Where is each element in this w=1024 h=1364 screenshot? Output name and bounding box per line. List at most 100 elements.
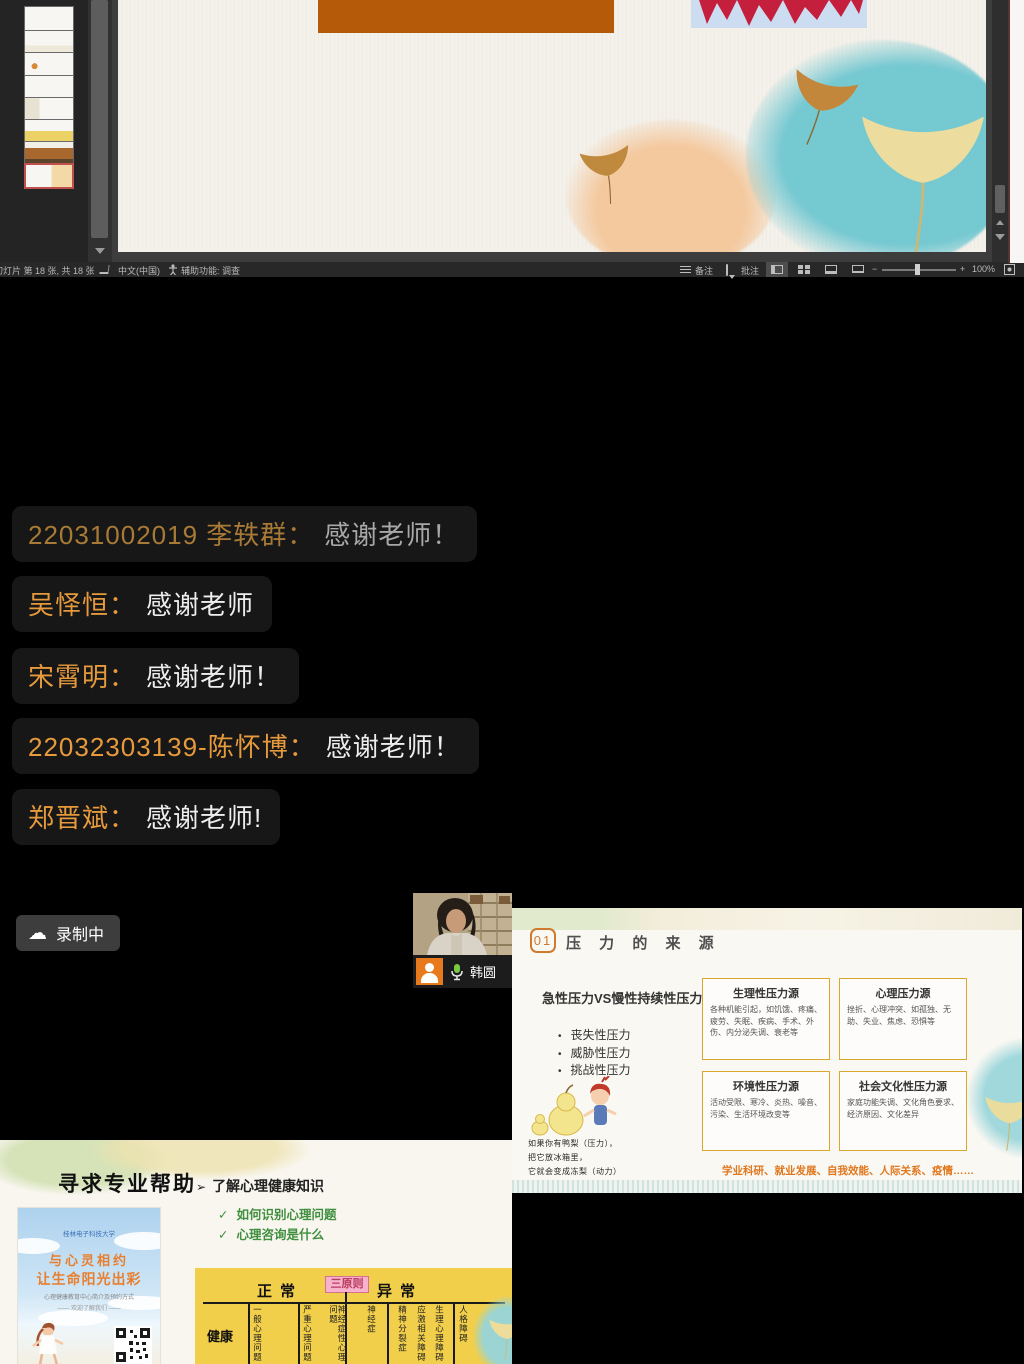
reading-view-button[interactable] bbox=[820, 262, 842, 277]
diagram-tick bbox=[248, 1302, 250, 1364]
notes-button[interactable]: 备注 bbox=[695, 264, 713, 277]
next-slide-icon[interactable] bbox=[995, 234, 1005, 240]
recording-label: 录制中 bbox=[56, 921, 104, 945]
chat-text: 感谢老师! bbox=[146, 803, 262, 833]
zoom-level[interactable]: 100% bbox=[972, 264, 995, 274]
webcam-video bbox=[413, 893, 512, 955]
box-body: 各种机能引起，如饥饿、疼痛、疲劳、失眠、疾病、手术、外伤、内分泌失调、衰老等 bbox=[710, 1004, 822, 1039]
box-title: 心理压力源 bbox=[847, 985, 959, 1001]
thumbnail-scrollbar-thumb[interactable] bbox=[91, 0, 108, 238]
poster-welcome-line: —— 欢迎了解我们 —— bbox=[18, 1303, 160, 1312]
scroll-down-icon[interactable] bbox=[95, 248, 105, 254]
stress-source-box: 环境性压力源 活动受限、寒冷、炎热、噪音、污染、生活环境改变等 bbox=[702, 1071, 830, 1151]
slide-sorter-icon bbox=[798, 265, 803, 269]
check-icon: ✓ bbox=[218, 1228, 228, 1242]
zoom-in-button[interactable]: + bbox=[960, 264, 965, 274]
diagram-category: 人格障碍 bbox=[459, 1305, 468, 1364]
stress-subtitle: 急性压力VS慢性持续性压力 bbox=[542, 988, 702, 1007]
slideshow-icon bbox=[852, 265, 864, 273]
chat-sender: 22031002019 李轶群： bbox=[28, 520, 314, 550]
diagram-category: 应激相关障碍 bbox=[417, 1305, 426, 1364]
participant-name: 韩圆 bbox=[470, 962, 496, 981]
thumbnail-scrollbar[interactable] bbox=[88, 0, 112, 262]
bullet-icon: • bbox=[558, 1049, 562, 1060]
chat-sender: 郑晋斌： bbox=[28, 803, 136, 833]
accessibility-status[interactable]: 辅助功能: 调查 bbox=[181, 264, 240, 277]
ginkgo-leaf-icon bbox=[575, 136, 642, 211]
chat-sender: 22032303139-陈怀博： bbox=[28, 732, 316, 762]
poster-subtitle: 心理健康教育中心简介及预约方式 bbox=[18, 1292, 160, 1301]
diagram-category: 严重心理问题 bbox=[303, 1305, 312, 1364]
handwritten-note-line: 把它放冰箱里， bbox=[528, 1152, 588, 1163]
slide-top-decoration bbox=[512, 908, 1022, 930]
box-body: 挫折、心理冲突、如孤独、无助、失业、焦虑、恐惧等 bbox=[847, 1004, 959, 1027]
slide-orange-banner bbox=[318, 0, 614, 33]
slide-blue-panel bbox=[691, 0, 867, 28]
diagram-health-label: 健康 bbox=[207, 1326, 233, 1345]
chat-message: 吴怿恒： 感谢老师 bbox=[12, 576, 272, 632]
notes-icon bbox=[680, 266, 691, 275]
slide-title: 压 力 的 来 源 bbox=[566, 932, 721, 953]
slide-scrollbar-thumb[interactable] bbox=[995, 185, 1005, 213]
diagram-tick bbox=[387, 1302, 389, 1364]
slide-canvas bbox=[112, 0, 992, 262]
slideshow-button[interactable] bbox=[847, 262, 869, 277]
list-item: •威胁性压力 bbox=[558, 1044, 631, 1061]
slide-title: 寻求专业帮助 bbox=[58, 1168, 196, 1198]
webcam-tile: 韩圆 bbox=[413, 893, 512, 988]
comments-button[interactable]: 批注 bbox=[741, 264, 759, 277]
slide-stress-sources: 01 压 力 的 来 源 急性压力VS慢性持续性压力 •丧失性压力 •威胁性压力… bbox=[512, 908, 1022, 1193]
box-title: 环境性压力源 bbox=[710, 1078, 822, 1094]
list-item: •丧失性压力 bbox=[558, 1026, 631, 1043]
screen: 幻灯片 第 18 张, 共 18 张 中文(中国) 辅助功能: 调查 备注 批注… bbox=[0, 0, 1024, 1364]
slide-thumbnail-selected[interactable] bbox=[24, 163, 74, 189]
normal-view-icon bbox=[771, 265, 783, 274]
previous-slide-icon[interactable] bbox=[996, 220, 1004, 225]
recording-badge[interactable]: ☁ 录制中 bbox=[16, 915, 120, 951]
chat-message: 22032303139-陈怀博：感谢老师！ bbox=[12, 718, 479, 774]
diagram-category: 神经症性心理问题 bbox=[329, 1305, 346, 1364]
diagram-abnormal-header: 异常 bbox=[377, 1280, 423, 1301]
stress-footer-text: 学业科研、就业发展、自我效能、人际关系、疫情…… bbox=[722, 1163, 1002, 1178]
zoom-slider-thumb[interactable] bbox=[915, 264, 920, 275]
chat-sender: 吴怿恒： bbox=[28, 590, 136, 620]
spellcheck-icon[interactable] bbox=[99, 265, 109, 274]
diagram-category: 神经症 bbox=[367, 1305, 376, 1364]
pear-cartoon bbox=[528, 1076, 624, 1138]
chat-text: 感谢老师 bbox=[146, 590, 254, 620]
handwritten-note-line: 它就会变成冻梨（动力） bbox=[528, 1166, 622, 1177]
zoom-out-button[interactable]: − bbox=[872, 264, 877, 274]
slide-scrollbar[interactable] bbox=[992, 0, 1008, 262]
check-item: ✓如何识别心理问题 bbox=[218, 1204, 337, 1223]
diagram-category: 精神分裂症 bbox=[398, 1305, 407, 1364]
avatar-icon bbox=[416, 958, 443, 985]
fit-slide-to-window-icon[interactable] bbox=[1004, 264, 1015, 275]
slide-seek-help: 寻求专业帮助 ➢了解心理健康知识 ✓如何识别心理问题 ✓心理咨询是什么 桂林电子… bbox=[0, 1140, 512, 1364]
language-status[interactable]: 中文(中国) bbox=[118, 264, 160, 277]
normal-abnormal-diagram: 正常 异常 三原则 健康 一般心理问题 严重心理问题 神经症性心理问题 神经症 … bbox=[195, 1268, 512, 1364]
box-body: 家庭功能失调、文化角色要求、经济原因、文化差异 bbox=[847, 1097, 959, 1120]
current-slide bbox=[118, 0, 986, 252]
chat-text: 感谢老师！ bbox=[324, 520, 459, 550]
chat-sender: 宋霄明： bbox=[28, 662, 136, 692]
stress-source-box: 生理性压力源 各种机能引起，如饥饿、疼痛、疲劳、失眠、疾病、手术、外伤、内分泌失… bbox=[702, 978, 830, 1060]
chat-message: 宋霄明：感谢老师！ bbox=[12, 648, 299, 704]
red-leaves-decoration bbox=[691, 0, 867, 28]
slide-thumbnail[interactable] bbox=[24, 6, 74, 32]
diagram-tick bbox=[298, 1302, 300, 1364]
bullet-icon: • bbox=[558, 1031, 562, 1042]
counseling-center-poster: 桂林电子科技大学 与心灵相约 让生命阳光出彩 心理健康教育中心简介及预约方式 —… bbox=[18, 1208, 160, 1364]
ginkgo-leaf-icon bbox=[982, 1083, 1022, 1158]
chat-message: 22031002019 李轶群： 感谢老师！ bbox=[12, 506, 477, 562]
stress-source-box: 社会文化性压力源 家庭功能失调、文化角色要求、经济原因、文化差异 bbox=[839, 1071, 967, 1151]
mic-icon bbox=[450, 963, 464, 981]
slide-sorter-button[interactable] bbox=[793, 262, 815, 277]
stress-source-box: 心理压力源 挫折、心理冲突、如孤独、无助、失业、焦虑、恐惧等 bbox=[839, 978, 967, 1060]
arrow-bullet-icon: ➢ bbox=[196, 1180, 206, 1194]
diagram-normal-header: 正常 bbox=[257, 1280, 303, 1301]
comments-icon bbox=[726, 264, 728, 276]
zoom-slider[interactable] bbox=[882, 269, 956, 271]
diagram-category: 生理心理障碍 bbox=[435, 1305, 444, 1364]
normal-view-button[interactable] bbox=[766, 262, 788, 277]
slide-section-number: 01 bbox=[530, 928, 556, 953]
